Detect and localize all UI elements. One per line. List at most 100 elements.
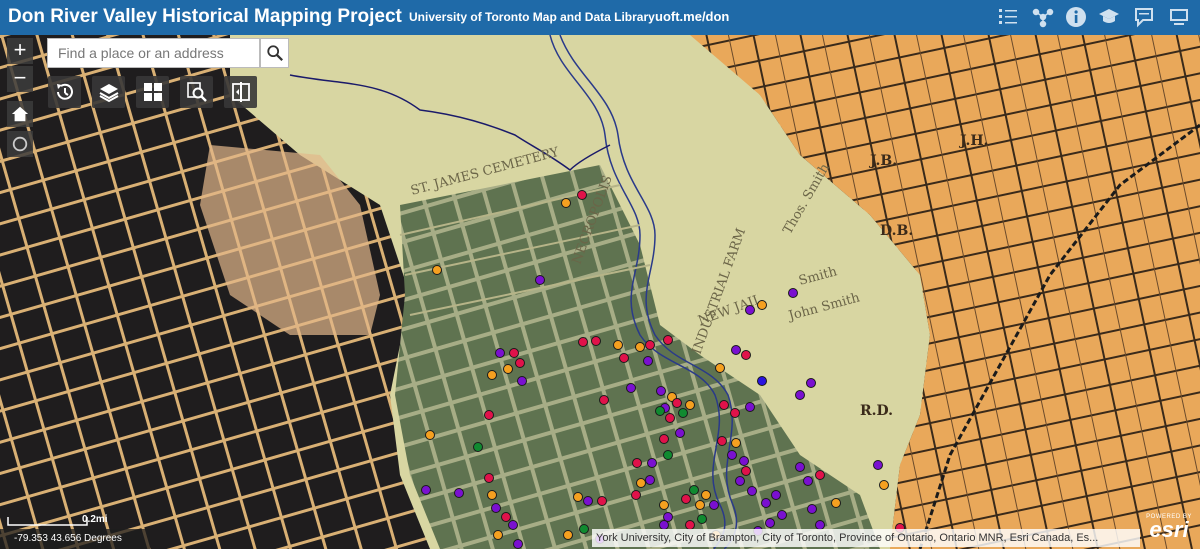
library-link[interactable]: University of Toronto Map and Data Libra… [409, 10, 655, 24]
map-point-marker[interactable] [695, 500, 705, 510]
map-point-marker[interactable] [613, 340, 623, 350]
map-point-marker[interactable] [591, 336, 601, 346]
map-point-marker[interactable] [806, 378, 816, 388]
map-point-marker[interactable] [761, 498, 771, 508]
map-point-marker[interactable] [795, 462, 805, 472]
map-point-marker[interactable] [487, 370, 497, 380]
map-point-marker[interactable] [771, 490, 781, 500]
map-point-marker[interactable] [626, 383, 636, 393]
map-point-marker[interactable] [678, 408, 688, 418]
map-point-marker[interactable] [491, 503, 501, 513]
legend-list-icon[interactable] [995, 5, 1021, 29]
map-point-marker[interactable] [619, 353, 629, 363]
map-point-marker[interactable] [509, 348, 519, 358]
map-point-marker[interactable] [803, 476, 813, 486]
map-point-marker[interactable] [663, 335, 673, 345]
map-point-marker[interactable] [741, 350, 751, 360]
map-point-marker[interactable] [561, 198, 571, 208]
time-slider-button[interactable] [48, 76, 81, 108]
map-point-marker[interactable] [675, 428, 685, 438]
map-point-marker[interactable] [517, 376, 527, 386]
map-point-marker[interactable] [685, 400, 695, 410]
map-point-marker[interactable] [632, 458, 642, 468]
map-point-marker[interactable] [493, 530, 503, 540]
map-point-marker[interactable] [709, 500, 719, 510]
map-point-marker[interactable] [727, 450, 737, 460]
zoom-out-button[interactable]: − [7, 66, 33, 92]
map-point-marker[interactable] [636, 478, 646, 488]
map-point-marker[interactable] [879, 480, 889, 490]
map-point-marker[interactable] [484, 410, 494, 420]
map-point-marker[interactable] [701, 490, 711, 500]
home-button[interactable] [7, 101, 33, 127]
map-point-marker[interactable] [425, 430, 435, 440]
map-point-marker[interactable] [432, 265, 442, 275]
map-point-marker[interactable] [487, 490, 497, 500]
map-point-marker[interactable] [501, 512, 511, 522]
map-point-marker[interactable] [655, 406, 665, 416]
map-point-marker[interactable] [656, 386, 666, 396]
map-point-marker[interactable] [495, 348, 505, 358]
zoom-in-button[interactable]: + [7, 38, 33, 64]
map-point-marker[interactable] [831, 498, 841, 508]
map-point-marker[interactable] [535, 275, 545, 285]
map-point-marker[interactable] [579, 524, 589, 534]
map-point-marker[interactable] [643, 356, 653, 366]
map-point-marker[interactable] [515, 358, 525, 368]
map-point-marker[interactable] [473, 442, 483, 452]
map-point-marker[interactable] [503, 364, 513, 374]
map-point-marker[interactable] [757, 300, 767, 310]
map-point-marker[interactable] [741, 466, 751, 476]
map-point-marker[interactable] [631, 490, 641, 500]
map-point-marker[interactable] [583, 496, 593, 506]
map-point-marker[interactable] [573, 492, 583, 502]
map-point-marker[interactable] [578, 337, 588, 347]
map-point-marker[interactable] [577, 190, 587, 200]
short-url-link[interactable]: uoft.me/don [655, 9, 729, 24]
map-point-marker[interactable] [777, 510, 787, 520]
map-point-marker[interactable] [735, 476, 745, 486]
map-point-marker[interactable] [747, 486, 757, 496]
flag-map-icon[interactable] [1166, 5, 1192, 29]
search-button[interactable] [260, 38, 289, 68]
map-point-marker[interactable] [645, 475, 655, 485]
map-point-marker[interactable] [421, 485, 431, 495]
map-point-marker[interactable] [795, 390, 805, 400]
map-point-marker[interactable] [807, 504, 817, 514]
map-point-marker[interactable] [873, 460, 883, 470]
map-point-marker[interactable] [663, 450, 673, 460]
graduation-cap-icon[interactable] [1096, 5, 1122, 29]
map-point-marker[interactable] [647, 458, 657, 468]
map-point-marker[interactable] [715, 363, 725, 373]
map-view[interactable]: ST. JAMES CEMETERY NECROPOLIS INDUSTRIAL… [0, 35, 1200, 549]
map-point-marker[interactable] [599, 395, 609, 405]
map-point-marker[interactable] [697, 514, 707, 524]
map-point-marker[interactable] [659, 434, 669, 444]
map-point-marker[interactable] [739, 456, 749, 466]
share-network-icon[interactable] [1030, 5, 1056, 29]
map-point-marker[interactable] [815, 470, 825, 480]
map-point-marker[interactable] [731, 345, 741, 355]
info-icon[interactable] [1063, 5, 1089, 29]
map-point-marker[interactable] [745, 305, 755, 315]
zoom-search-button[interactable] [180, 76, 213, 108]
map-point-marker[interactable] [719, 400, 729, 410]
map-point-marker[interactable] [788, 288, 798, 298]
map-point-marker[interactable] [731, 438, 741, 448]
map-point-marker[interactable] [757, 376, 767, 386]
map-point-marker[interactable] [659, 500, 669, 510]
map-point-marker[interactable] [665, 413, 675, 423]
map-point-marker[interactable] [717, 436, 727, 446]
search-input[interactable] [48, 39, 253, 67]
map-point-marker[interactable] [765, 518, 775, 528]
layers-button[interactable] [92, 76, 125, 108]
map-point-marker[interactable] [513, 539, 523, 549]
basemap-gallery-button[interactable] [136, 76, 169, 108]
locate-button[interactable] [7, 131, 33, 157]
map-point-marker[interactable] [635, 342, 645, 352]
map-point-marker[interactable] [730, 408, 740, 418]
map-point-marker[interactable] [672, 398, 682, 408]
map-point-marker[interactable] [645, 340, 655, 350]
comment-icon[interactable] [1131, 5, 1157, 29]
map-point-marker[interactable] [745, 402, 755, 412]
